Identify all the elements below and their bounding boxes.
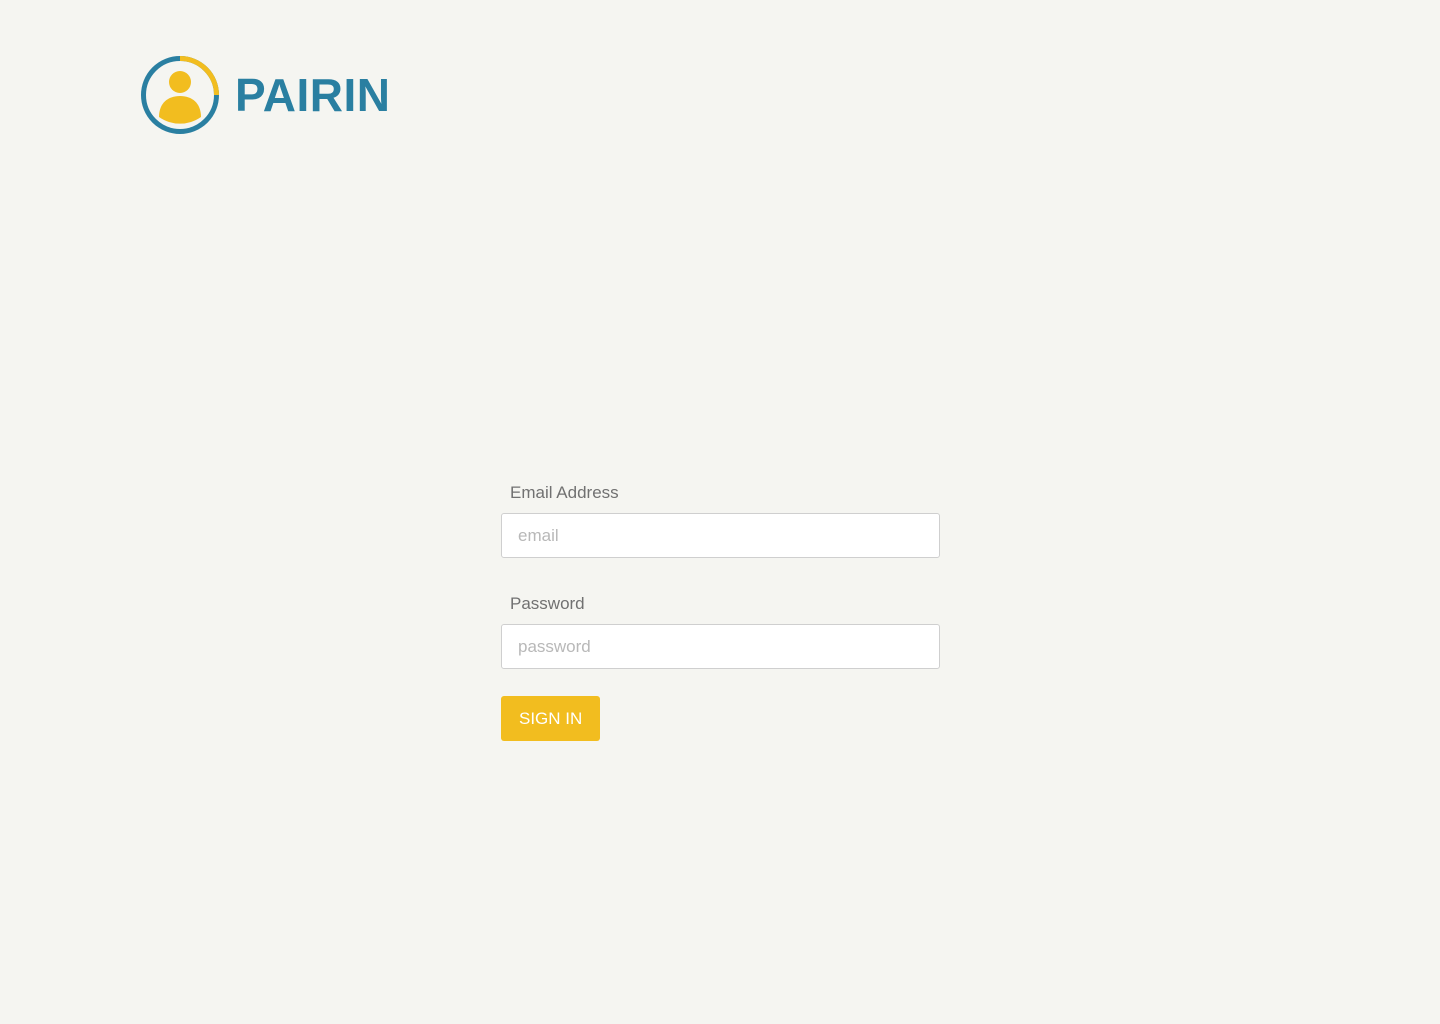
email-input[interactable]: [501, 513, 940, 558]
password-label: Password: [510, 594, 585, 613]
person-circle-logo-icon: [141, 56, 219, 134]
login-form: Email Address Password SIGN IN: [501, 481, 940, 741]
login-page: PAIRIN Email Address Password SIGN IN: [0, 0, 1440, 1024]
brand-logo: PAIRIN: [140, 55, 391, 135]
email-field-group: Email Address: [501, 481, 940, 558]
sign-in-button[interactable]: SIGN IN: [501, 696, 601, 741]
password-input[interactable]: [501, 624, 940, 669]
email-label: Email Address: [510, 483, 619, 502]
password-field-group: Password: [501, 592, 940, 669]
brand-name: PAIRIN: [235, 69, 391, 121]
